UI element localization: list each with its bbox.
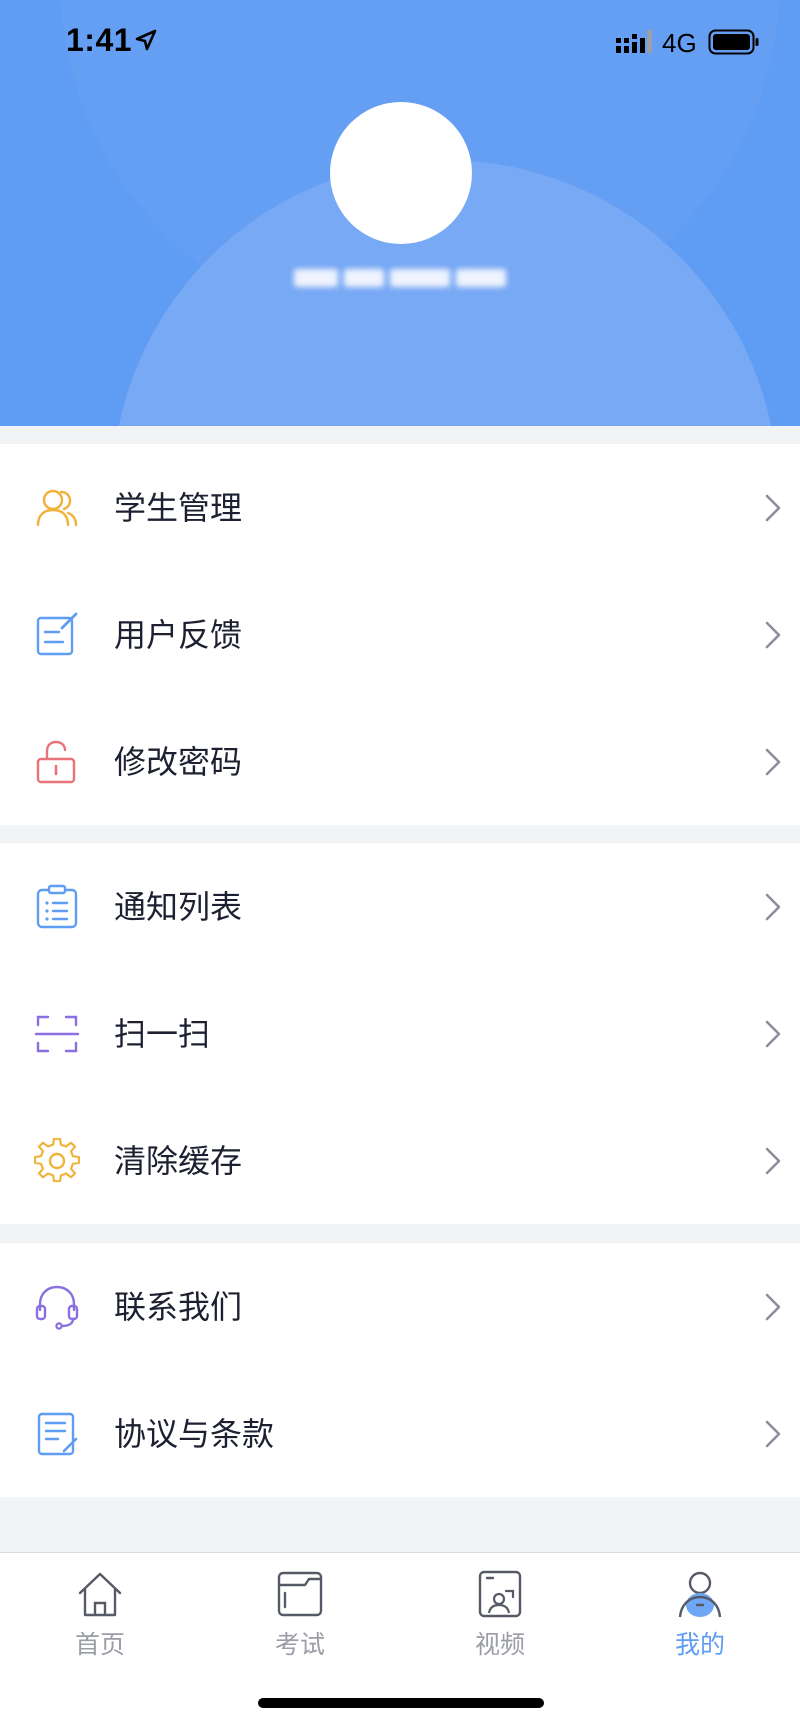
- tab-mine[interactable]: 我的: [640, 1569, 760, 1669]
- chevron-right-icon: [765, 621, 781, 649]
- menu-item-user-feedback[interactable]: 用户反馈: [0, 571, 800, 698]
- folder-icon: [277, 1571, 323, 1617]
- menu-item-label: 学生管理: [114, 490, 243, 526]
- document-icon: [37, 1412, 78, 1456]
- tab-video[interactable]: 视频: [440, 1569, 560, 1669]
- students-icon: [36, 489, 78, 527]
- scan-icon: [34, 1015, 80, 1053]
- menu-item-change-password[interactable]: 修改密码: [0, 698, 800, 825]
- menu-item-label: 清除缓存: [114, 1143, 243, 1179]
- network-type: 4G: [662, 28, 697, 58]
- menu-item-notification-list[interactable]: 通知列表: [0, 843, 800, 970]
- status-bar: 1:41 4G: [0, 0, 800, 88]
- tab-home[interactable]: 首页: [40, 1569, 160, 1669]
- gear-icon: [34, 1138, 80, 1183]
- chevron-right-icon: [765, 1147, 781, 1175]
- menu-item-clear-cache[interactable]: 清除缓存: [0, 1097, 800, 1224]
- status-time: 1:41: [66, 22, 133, 58]
- avatar[interactable]: [330, 102, 472, 244]
- menu-item-label: 联系我们: [114, 1289, 243, 1325]
- menu-item-label: 扫一扫: [114, 1016, 211, 1052]
- menu-item-terms[interactable]: 协议与条款: [0, 1370, 800, 1497]
- unlock-icon: [36, 740, 76, 784]
- chevron-right-icon: [765, 893, 781, 921]
- menu-item-scan[interactable]: 扫一扫: [0, 970, 800, 1097]
- location-arrow-icon: [135, 29, 157, 51]
- menu-group-2: 通知列表 扫一扫 清除缓存: [0, 843, 800, 1224]
- signal-bars-icon: [616, 30, 652, 53]
- chevron-right-icon: [765, 1293, 781, 1321]
- headset-icon: [35, 1285, 79, 1330]
- profile-icon: [678, 1571, 722, 1618]
- battery-icon: [708, 29, 759, 55]
- tab-exam[interactable]: 考试: [240, 1569, 360, 1669]
- menu-item-contact-us[interactable]: 联系我们: [0, 1243, 800, 1370]
- chevron-right-icon: [765, 748, 781, 776]
- tab-label: 我的: [674, 1631, 725, 1659]
- feedback-edit-icon: [36, 612, 78, 656]
- menu-group-3: 联系我们 协议与条款: [0, 1243, 800, 1497]
- menu-item-label: 通知列表: [114, 889, 243, 925]
- chevron-right-icon: [765, 494, 781, 522]
- menu-item-student-management[interactable]: 学生管理: [0, 444, 800, 571]
- chevron-right-icon: [765, 1420, 781, 1448]
- home-icon: [78, 1572, 122, 1617]
- username-redacted: [294, 262, 516, 294]
- menu-item-label: 修改密码: [114, 744, 243, 780]
- menu-item-label: 协议与条款: [114, 1416, 275, 1452]
- chevron-right-icon: [765, 1020, 781, 1048]
- tab-label: 首页: [74, 1631, 125, 1659]
- home-indicator: [258, 1698, 544, 1708]
- clipboard-list-icon: [36, 884, 78, 929]
- tab-label: 视频: [474, 1631, 525, 1659]
- video-icon: [478, 1570, 522, 1618]
- menu-group-1: 学生管理 用户反馈 修改密码: [0, 444, 800, 825]
- menu-item-label: 用户反馈: [114, 617, 243, 653]
- tab-label: 考试: [274, 1631, 325, 1659]
